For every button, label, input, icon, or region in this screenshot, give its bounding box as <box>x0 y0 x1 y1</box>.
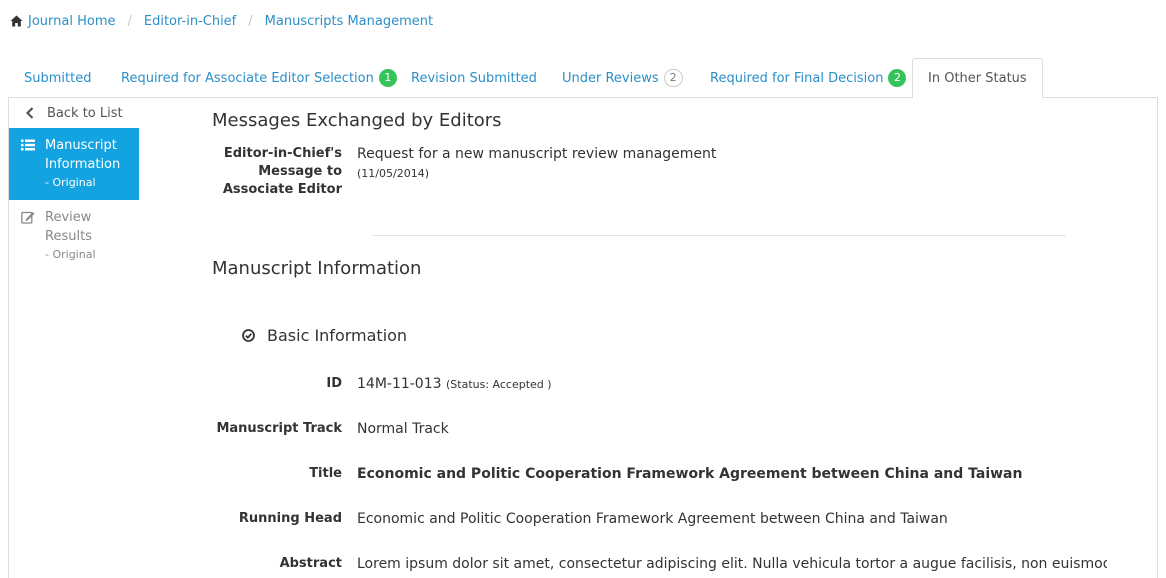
messages-heading: Messages Exchanged by Editors <box>212 110 502 131</box>
tab-under-reviews[interactable]: Under Reviews 2 <box>547 58 698 98</box>
abstract-value: Lorem ipsum dolor sit amet, consectetur … <box>357 556 1107 572</box>
title-value: Economic and Politic Cooperation Framewo… <box>357 466 1023 482</box>
tab-required-for-final-decision[interactable]: Required for Final Decision 2 <box>695 58 921 98</box>
circle-check-icon <box>242 329 255 342</box>
sidebar-item-manuscript-information[interactable]: Manuscript Information - Original <box>9 128 139 200</box>
manuscript-track-row: Manuscript Track Normal Track <box>212 420 1112 440</box>
breadcrumb: Journal Home / Editor-in-Chief / Manuscr… <box>10 12 433 30</box>
abstract-label: Abstract <box>279 556 342 571</box>
manuscript-track-label: Manuscript Track <box>216 421 342 436</box>
message-text: Request for a new manuscript review mana… <box>357 146 717 162</box>
divider <box>372 235 1066 236</box>
running-head-label: Running Head <box>238 511 342 526</box>
tab-label: Required for Final Decision <box>710 70 884 86</box>
count-badge: 1 <box>378 69 397 87</box>
list-icon <box>21 139 35 151</box>
tab-label: Required for Associate Editor Selection <box>121 70 374 86</box>
sidebar-item-label: Review Results <box>45 210 92 244</box>
breadcrumb-separator: / <box>248 13 253 29</box>
running-head-row: Running Head Economic and Politic Cooper… <box>212 510 1112 530</box>
tab-label: Revision Submitted <box>411 70 537 86</box>
id-value: 14M-11-013 <box>357 376 442 392</box>
manuscript-track-value: Normal Track <box>357 421 449 437</box>
running-head-value: Economic and Politic Cooperation Framewo… <box>357 511 948 527</box>
title-label: Title <box>309 466 342 481</box>
basic-information-heading[interactable]: Basic Information <box>242 326 407 345</box>
edit-icon <box>21 211 35 224</box>
chevron-left-icon <box>25 107 34 119</box>
message-label: Editor-in-Chief's Message to Associate E… <box>222 146 342 197</box>
content-panel <box>8 97 1158 578</box>
breadcrumb-journal-home[interactable]: Journal Home <box>28 14 115 29</box>
id-label: ID <box>326 376 342 391</box>
manuscript-information-heading: Manuscript Information <box>212 258 422 279</box>
sidebar-item-label: Manuscript Information <box>45 138 121 172</box>
basic-information-label: Basic Information <box>267 326 408 345</box>
sidebar-item-sublabel: - Original <box>45 248 96 261</box>
abstract-row: Abstract Lorem ipsum dolor sit amet, con… <box>212 555 1112 575</box>
status-text: (Status: Accepted ) <box>446 378 552 391</box>
count-badge: 2 <box>663 69 683 87</box>
count-badge: 2 <box>888 69 907 87</box>
id-row: ID 14M-11-013 (Status: Accepted ) <box>212 375 1112 395</box>
sidebar-item-sublabel: - Original <box>45 176 96 189</box>
tab-label: Submitted <box>24 70 92 86</box>
side-navigation: Back to List Manuscript Information - Or… <box>9 98 139 272</box>
back-to-list-label: Back to List <box>47 105 123 121</box>
back-to-list-link[interactable]: Back to List <box>9 98 139 128</box>
breadcrumb-editor-in-chief[interactable]: Editor-in-Chief <box>144 14 236 29</box>
breadcrumb-manuscripts-management[interactable]: Manuscripts Management <box>265 14 433 29</box>
message-date: (11/05/2014) <box>357 167 429 180</box>
breadcrumb-separator: / <box>127 13 132 29</box>
tab-submitted[interactable]: Submitted <box>9 58 106 98</box>
tab-revision-submitted[interactable]: Revision Submitted <box>396 58 552 98</box>
tab-label: Under Reviews <box>562 70 659 86</box>
title-row: Title Economic and Politic Cooperation F… <box>212 465 1112 485</box>
id-value-group: 14M-11-013 (Status: Accepted ) <box>357 375 552 394</box>
sidebar-item-review-results[interactable]: Review Results - Original <box>9 200 139 272</box>
status-tabs: Submitted Required for Associate Editor … <box>9 58 1158 99</box>
tab-required-for-associate-editor-selection[interactable]: Required for Associate Editor Selection … <box>106 58 412 98</box>
tab-label: In Other Status <box>928 71 1027 86</box>
tab-in-other-status[interactable]: In Other Status <box>912 58 1043 99</box>
home-icon <box>10 15 23 27</box>
